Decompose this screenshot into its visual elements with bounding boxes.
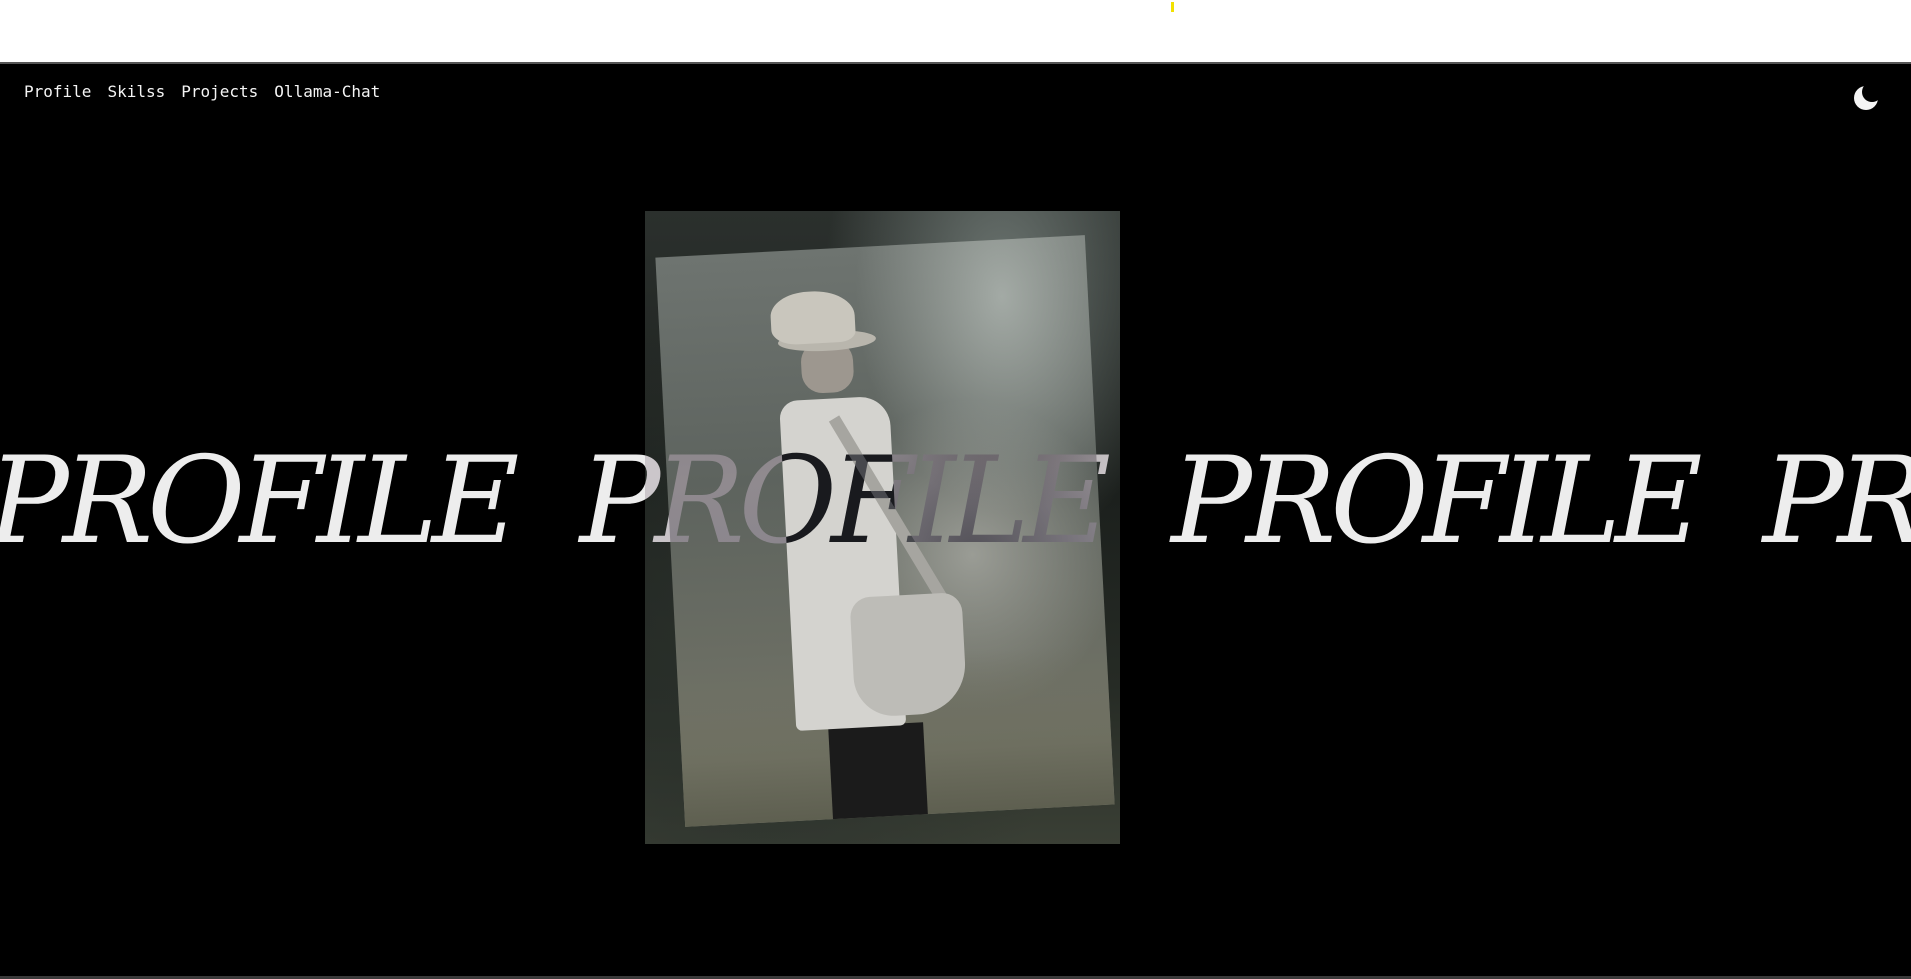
main-nav: Profile Skilss Projects Ollama-Chat bbox=[24, 82, 380, 101]
nav-item-projects[interactable]: Projects bbox=[181, 82, 258, 101]
marquee-word: PROFILE bbox=[1171, 432, 1702, 571]
figure-legs bbox=[828, 722, 929, 823]
moon-icon bbox=[1854, 82, 1882, 110]
nav-item-profile[interactable]: Profile bbox=[24, 82, 91, 101]
marquee-word: PROFILE bbox=[0, 432, 519, 571]
nav-item-ollama-chat[interactable]: Ollama-Chat bbox=[274, 82, 380, 101]
marquee-word: PROFILE bbox=[579, 432, 1111, 571]
theme-toggle-button[interactable] bbox=[1851, 82, 1882, 113]
marquee-word: PROFILE bbox=[1762, 432, 1911, 571]
browser-top-area bbox=[0, 0, 1911, 62]
figure-bag bbox=[849, 592, 968, 718]
hero-section: Profile Skilss Projects Ollama-Chat PROF… bbox=[0, 64, 1911, 976]
profile-marquee: PROFILE PROFILE PROFILE PROFILE bbox=[0, 442, 1911, 562]
nav-item-skills[interactable]: Skilss bbox=[107, 82, 165, 101]
top-marker bbox=[1171, 2, 1174, 12]
figure-hat bbox=[769, 289, 857, 346]
